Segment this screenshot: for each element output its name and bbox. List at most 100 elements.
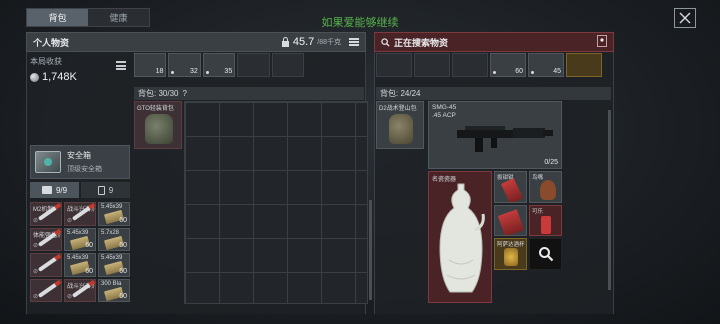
search-icon <box>538 246 553 262</box>
loot-item[interactable] <box>494 204 527 236</box>
pocket-slot[interactable]: 战斗兴奋剂⊘ <box>64 278 96 302</box>
slot-count: 60 <box>85 242 93 249</box>
loot-item[interactable]: 45 <box>528 53 564 77</box>
pocket-slot[interactable]: 体能强化剂⊘ <box>30 227 62 251</box>
income-menu-icon[interactable] <box>116 61 126 70</box>
scrollbar[interactable] <box>369 200 372 300</box>
loot-item[interactable] <box>566 53 602 77</box>
inventory-item[interactable]: 32 <box>168 53 201 77</box>
slot-name: 5.45x39 <box>101 255 123 261</box>
loot-weapon[interactable]: SMG-45.45 ACP 0/25 <box>428 101 562 169</box>
slash-icon: ⊘ <box>33 268 39 275</box>
backpack-name: GTO轻装背包 <box>137 106 174 112</box>
pocket-slot[interactable]: 300 Bla 60 <box>98 278 130 302</box>
empty-cell[interactable] <box>376 53 412 77</box>
inventory-item[interactable]: 18 <box>134 53 167 77</box>
safe-box-icon <box>35 151 61 173</box>
tab-bar: 背包 健康 <box>26 8 150 27</box>
pocket-slot[interactable]: 5.45x39 60 <box>98 253 130 277</box>
item-count: 60 <box>515 68 523 75</box>
gun-name: SMG-45 <box>432 104 457 111</box>
pocket-slot[interactable]: 战斗兴奋剂⊘ <box>64 202 96 226</box>
empty-cell[interactable] <box>452 53 488 77</box>
tab-medkit[interactable]: 9/9 <box>30 182 79 198</box>
loot-item[interactable]: 可乐 <box>529 204 562 236</box>
searching-cell[interactable] <box>529 238 562 270</box>
backpack-grid[interactable] <box>184 101 368 304</box>
right-backpack-label: 背包: 24/24 <box>376 87 611 100</box>
list-icon[interactable] <box>349 38 359 46</box>
rifle-icon <box>457 126 553 152</box>
loot-item[interactable]: 扳钳钳 <box>494 171 527 203</box>
location-icon[interactable] <box>597 35 607 49</box>
slot-name: 5.45x39 <box>67 229 89 236</box>
loot-small-items: 扳钳钳 鸟嘴 可乐 阿萨达酒杯 <box>494 171 562 303</box>
tab-health[interactable]: 健康 <box>88 9 149 26</box>
dot-icon <box>493 71 496 74</box>
empty-cell[interactable] <box>237 53 270 77</box>
backpack-icon <box>389 114 413 144</box>
pocket-slot[interactable]: ⊘ <box>30 253 62 277</box>
empty-cell[interactable] <box>271 53 305 77</box>
right-top-items: 60 45 <box>376 53 606 77</box>
scrollbar[interactable] <box>608 110 611 290</box>
empty-cell[interactable] <box>414 53 450 77</box>
lock-icon <box>281 37 289 47</box>
backpack-capacity: 背包: 24/24 <box>380 89 421 98</box>
item-name: 鸟嘴 <box>532 175 544 181</box>
help-icon[interactable]: ? <box>182 89 186 98</box>
pocket-slot[interactable]: M2机制 ⊘ <box>30 202 62 226</box>
gun-ammo: .45 ACP <box>432 112 456 119</box>
pin-icon <box>597 35 607 47</box>
close-button[interactable] <box>674 8 696 28</box>
can-icon <box>541 215 551 234</box>
slot-count: 60 <box>85 267 93 275</box>
slash-icon: ⊘ <box>67 217 73 224</box>
close-icon <box>679 12 691 24</box>
dot-icon <box>171 71 175 74</box>
item-count: 35 <box>224 68 233 75</box>
syringe-icon <box>37 256 59 272</box>
item-count: 45 <box>553 68 561 75</box>
equipped-backpack[interactable]: GTO轻装背包 <box>134 101 182 149</box>
tab-backpack[interactable]: 背包 <box>27 9 88 26</box>
capacity-max: /88千克 <box>317 39 341 46</box>
bird-icon <box>540 180 556 200</box>
loot-item[interactable]: 鸟嘴 <box>529 171 562 203</box>
medkit-icon <box>41 186 52 194</box>
left-top-items: 18 32 35 <box>134 53 305 77</box>
document-icon <box>97 185 105 195</box>
slot-count: 60 <box>119 267 127 275</box>
tab-medkit-count: 9/9 <box>55 185 68 195</box>
backpack-name: D2战术登山包 <box>379 106 417 112</box>
pliers-icon <box>501 178 523 202</box>
personal-inventory-header: 个人物资 45.7/88千克 <box>26 32 366 52</box>
vase-icon <box>439 183 485 293</box>
slash-icon: ⊘ <box>33 243 39 249</box>
backpack-capacity: 背包: 30/30 <box>138 89 179 98</box>
safe-box-subtitle: 顶级安全箱 <box>67 166 102 173</box>
slot-count: 60 <box>119 216 127 224</box>
income-label: 本局收获 <box>30 57 62 66</box>
inventory-item[interactable]: 35 <box>202 53 236 77</box>
pocket-slot[interactable]: 5.45x39 60 <box>98 202 130 226</box>
loot-backpack[interactable]: D2战术登山包 <box>376 101 424 149</box>
safe-box-slot[interactable]: 安全箱 顶级安全箱 <box>30 145 130 179</box>
slot-name: 5.7x28 <box>101 229 120 236</box>
tab-document[interactable]: 9 <box>81 182 130 198</box>
pocket-slot[interactable]: 5.45x39 60 <box>64 227 96 251</box>
slash-icon: ⊘ <box>33 294 39 300</box>
cup-icon <box>504 248 518 266</box>
loot-item[interactable]: 60 <box>490 53 526 77</box>
slot-name: 5.45x39 <box>67 255 89 261</box>
loot-item[interactable]: 阿萨达酒杯 <box>494 238 527 270</box>
pocket-slot[interactable]: ⊘ <box>30 278 62 302</box>
pocket-slot[interactable]: 5.45x39 60 <box>64 253 96 277</box>
session-income: 本局收获 1,748K <box>30 56 130 90</box>
ammo-count: 0/25 <box>544 159 558 166</box>
loot-vase[interactable]: 名瓷瓷器 <box>428 171 492 303</box>
pocket-slot[interactable]: 5.7x28 60 <box>98 227 130 251</box>
slot-name: 300 Bla <box>101 280 122 287</box>
backpack-icon <box>145 114 173 144</box>
item-count: 18 <box>155 68 164 75</box>
